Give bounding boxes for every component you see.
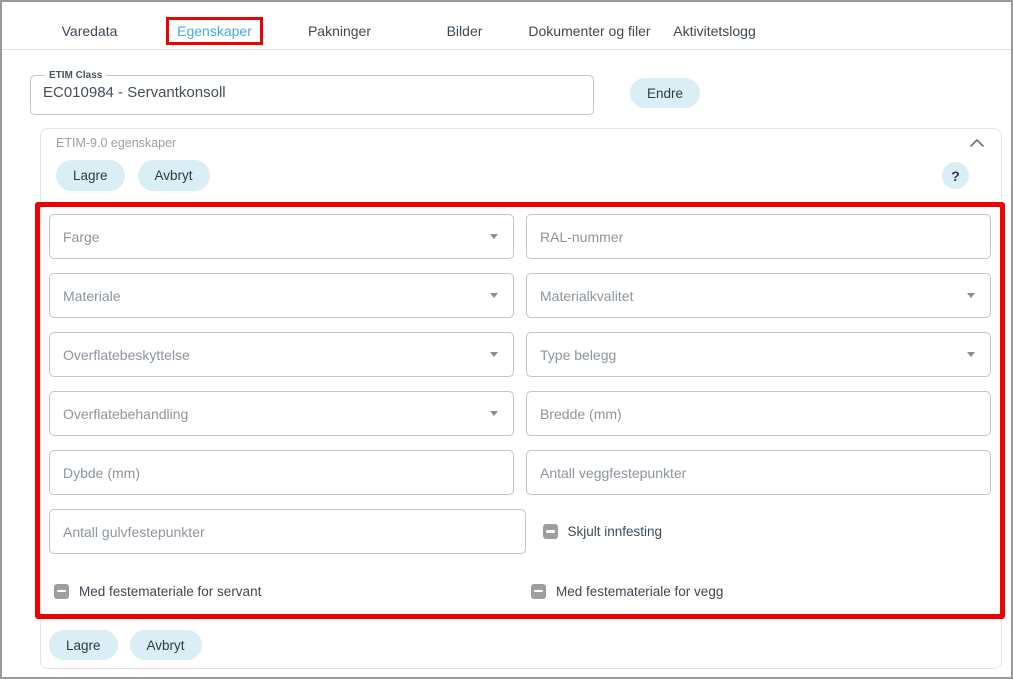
dropdown-caret-icon [490, 352, 498, 357]
checkbox-label: Skjult innfesting [568, 524, 663, 539]
indeterminate-checkbox-icon[interactable] [531, 584, 546, 599]
tab-bar: Varedata Egenskaper Pakninger Bilder Dok… [2, 2, 1011, 50]
tab-pakninger[interactable]: Pakninger [277, 23, 402, 39]
select-type-belegg[interactable]: Type belegg [526, 332, 991, 377]
field-label: Overflatebehandling [63, 406, 188, 422]
chevron-up-icon[interactable] [969, 138, 985, 148]
checkbox-label: Med festemateriale for vegg [556, 584, 723, 599]
app-window: Varedata Egenskaper Pakninger Bilder Dok… [0, 0, 1013, 679]
tab-label: Aktivitetslogg [673, 23, 755, 39]
dropdown-caret-icon [967, 352, 975, 357]
input-antall-veggfestepunkter[interactable] [526, 450, 991, 495]
tab-aktivitetslogg[interactable]: Aktivitetslogg [652, 23, 777, 39]
field-label: Overflatebeskyttelse [63, 347, 190, 363]
tab-egenskaper[interactable]: Egenskaper [152, 17, 277, 45]
select-materialkvalitet[interactable]: Materialkvalitet [526, 273, 991, 318]
form-row: Overflatebehandling [49, 391, 991, 436]
select-farge[interactable]: Farge [49, 214, 514, 259]
panel-header: ETIM-9.0 egenskaper [53, 136, 989, 150]
etim-class-row: ETIM Class EC010984 - Servantkonsoll End… [30, 70, 1011, 115]
input-bredde-mm[interactable] [526, 391, 991, 436]
indeterminate-checkbox-icon[interactable] [543, 524, 558, 539]
tab-label: Varedata [62, 23, 118, 39]
tab-label: Dokumenter og filer [528, 23, 650, 39]
tab-dokumenter-og-filer[interactable]: Dokumenter og filer [527, 23, 652, 39]
save-button[interactable]: Lagre [49, 630, 118, 660]
dropdown-caret-icon [490, 293, 498, 298]
etim-class-value: EC010984 - Servantkonsoll [43, 81, 581, 101]
help-button[interactable]: ? [942, 162, 969, 189]
field-label: Type belegg [540, 347, 616, 363]
tab-label: Pakninger [308, 23, 371, 39]
input-ral-nummer[interactable] [526, 214, 991, 259]
form-row: Materiale Materialkvalitet [49, 273, 991, 318]
checkbox-skjult-innfesting[interactable]: Skjult innfesting [538, 509, 992, 554]
dropdown-caret-icon [490, 411, 498, 416]
panel-title: ETIM-9.0 egenskaper [56, 136, 176, 150]
tab-varedata[interactable]: Varedata [27, 23, 152, 39]
select-overflatebehandling[interactable]: Overflatebehandling [49, 391, 514, 436]
form-row: Skjult innfesting [49, 509, 991, 554]
annotation-box-form: Farge Materiale Materialkvalitet Overfla… [35, 202, 1005, 619]
input-dybde-mm[interactable] [49, 450, 514, 495]
cancel-button[interactable]: Avbryt [138, 160, 210, 191]
checkbox-label: Med festemateriale for servant [79, 584, 261, 599]
field-label: Farge [63, 229, 100, 245]
etim-class-label: ETIM Class [45, 70, 106, 81]
save-button[interactable]: Lagre [56, 160, 125, 191]
dropdown-caret-icon [490, 234, 498, 239]
checkbox-med-festemateriale-for-vegg[interactable]: Med festemateriale for vegg [526, 578, 991, 604]
etim-class-field[interactable]: ETIM Class EC010984 - Servantkonsoll [30, 70, 594, 115]
select-overflatebeskyttelse[interactable]: Overflatebeskyttelse [49, 332, 514, 377]
endre-button[interactable]: Endre [630, 78, 700, 108]
etim-properties-panel: ETIM-9.0 egenskaper Lagre Avbryt ? Farge… [40, 128, 1002, 669]
field-label: Materialkvalitet [540, 288, 633, 304]
panel-actions: Lagre Avbryt ? [56, 160, 989, 191]
form-row: Overflatebeskyttelse Type belegg [49, 332, 991, 377]
dropdown-caret-icon [967, 293, 975, 298]
field-label: Materiale [63, 288, 121, 304]
annotation-box-active-tab: Egenskaper [166, 17, 263, 45]
form-row: Med festemateriale for servant Med feste… [49, 578, 991, 604]
form-row: Farge [49, 214, 991, 259]
tab-label: Bilder [447, 23, 483, 39]
input-antall-gulvfestepunkter[interactable] [49, 509, 526, 554]
checkbox-med-festemateriale-for-servant[interactable]: Med festemateriale for servant [49, 578, 514, 604]
panel-footer: Lagre Avbryt [49, 630, 989, 660]
indeterminate-checkbox-icon[interactable] [54, 584, 69, 599]
form-row [49, 450, 991, 495]
select-materiale[interactable]: Materiale [49, 273, 514, 318]
tab-bilder[interactable]: Bilder [402, 23, 527, 39]
cancel-button[interactable]: Avbryt [130, 630, 202, 660]
